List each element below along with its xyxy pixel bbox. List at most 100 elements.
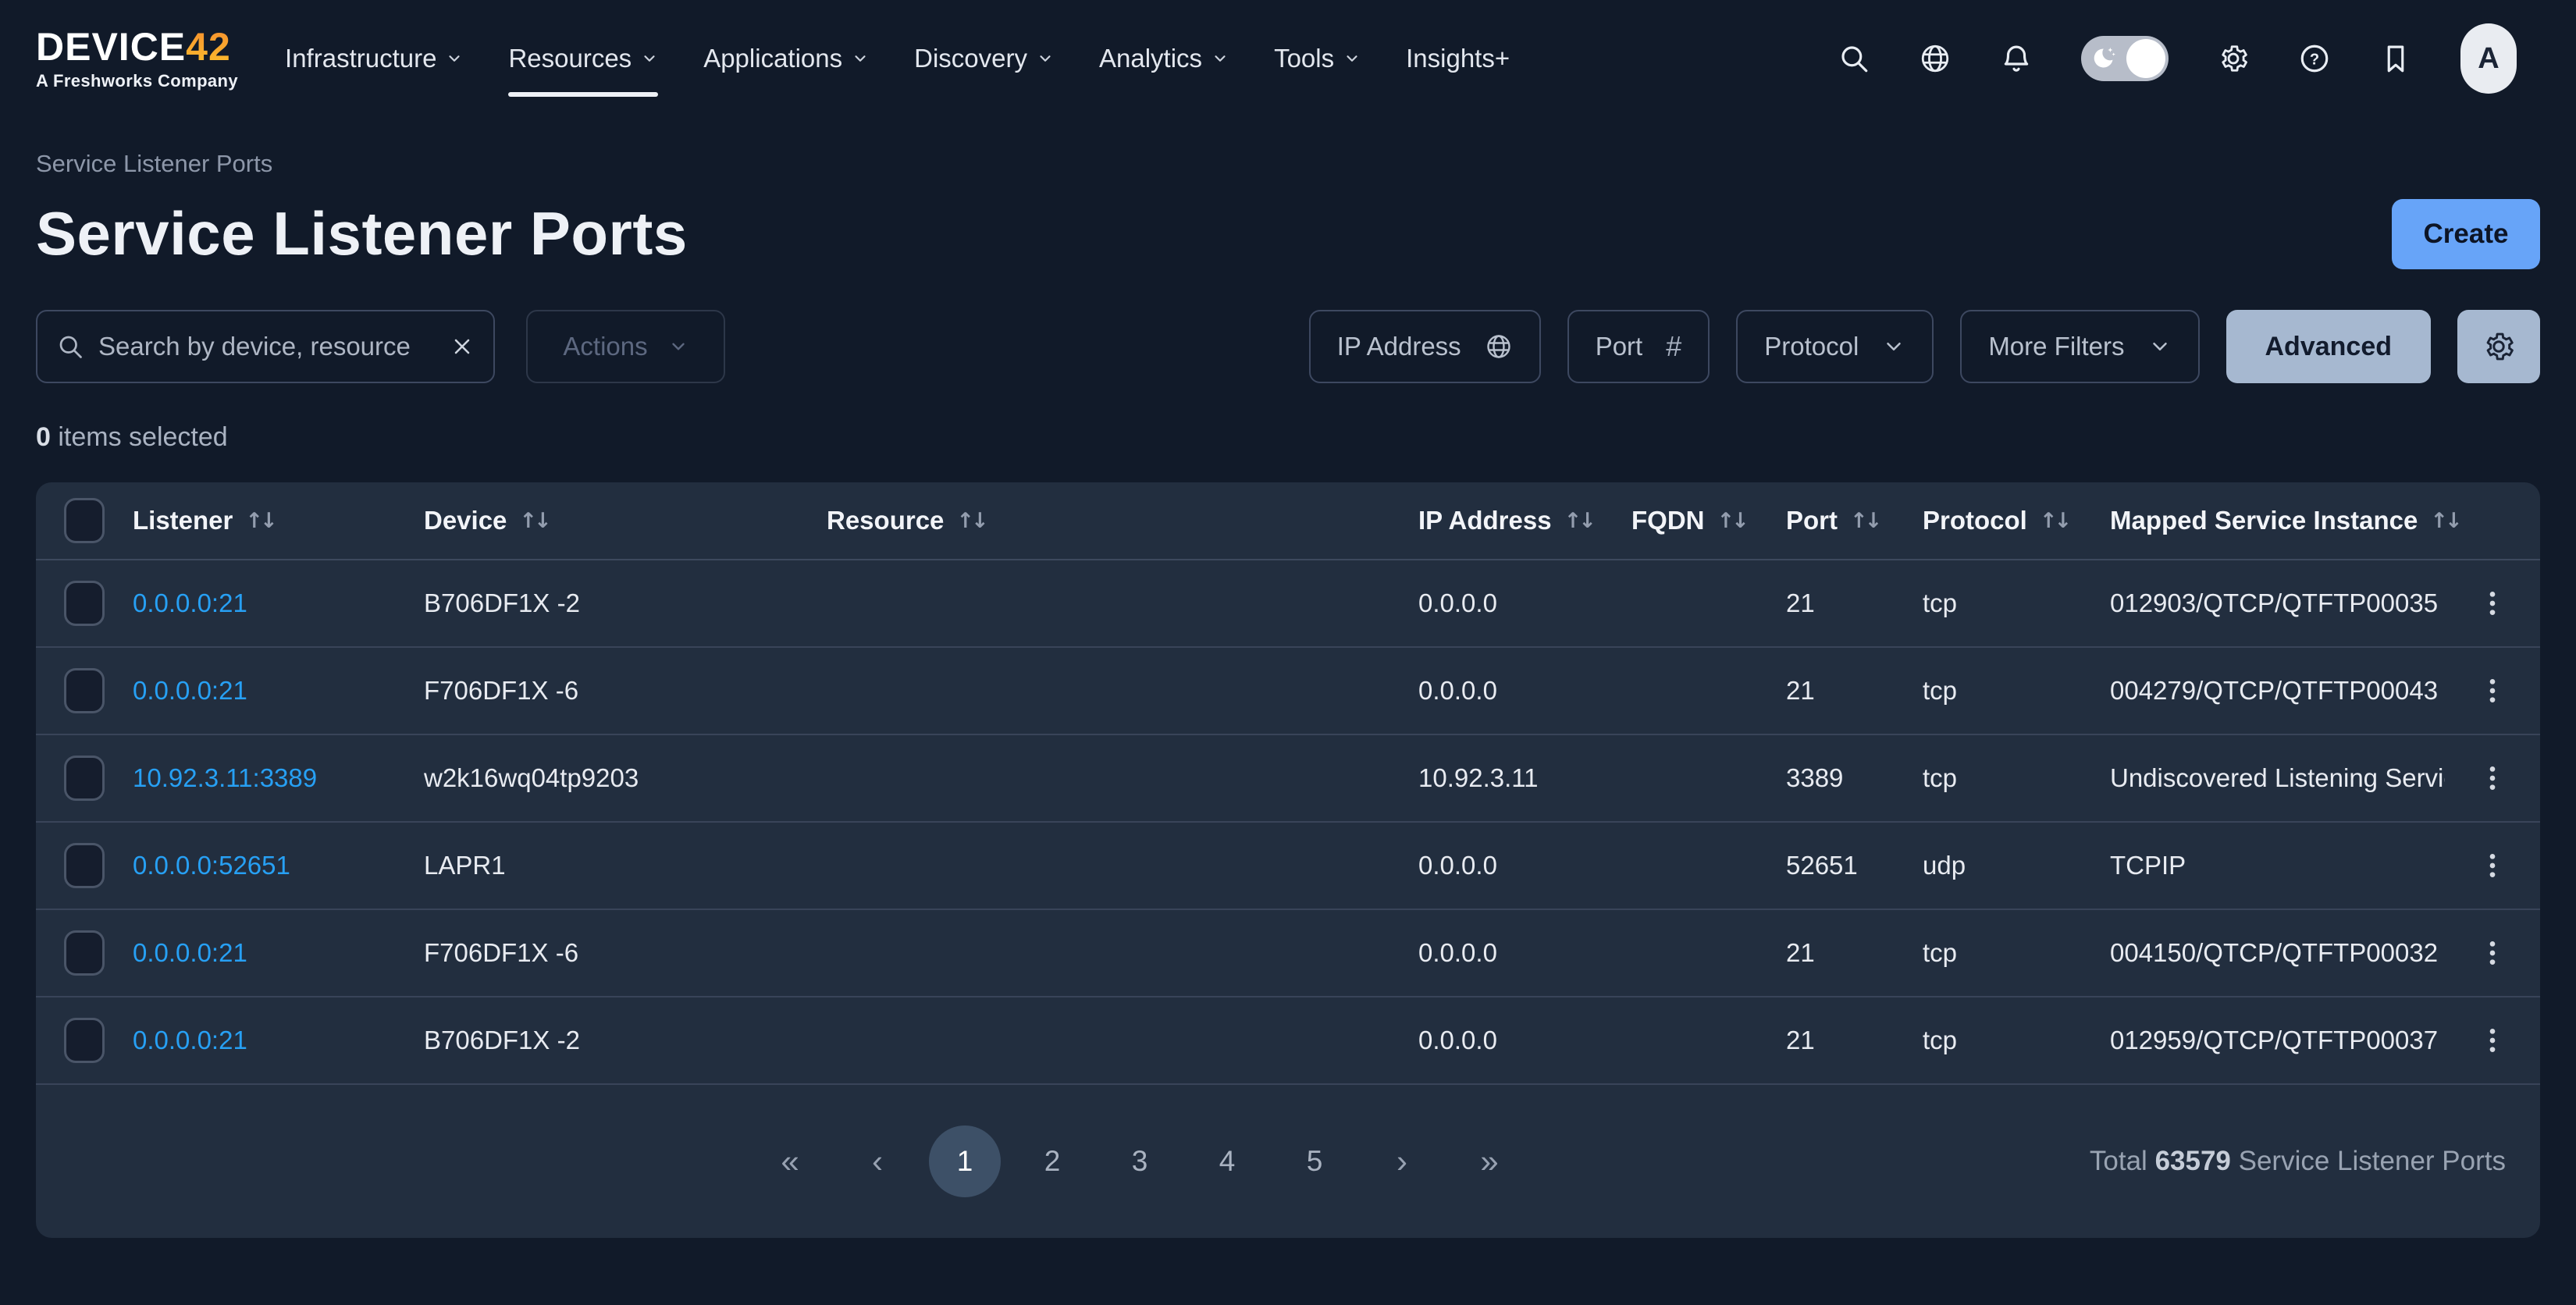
device42-logo[interactable]: DEVICE42 A Freshworks Company — [36, 27, 238, 90]
row-checkbox[interactable] — [64, 930, 105, 976]
column-header-port[interactable]: Port↑↓ — [1786, 506, 1923, 535]
nav-item-discovery[interactable]: Discovery — [914, 0, 1054, 117]
table-footer: « ‹ 1 2 3 4 5 › » Total 63579 Service Li… — [36, 1085, 2540, 1238]
notifications-bell-icon[interactable] — [2000, 42, 2033, 75]
ip-address-cell: 0.0.0.0 — [1418, 588, 1631, 618]
sort-icon[interactable]: ↑↓ — [1564, 509, 1593, 533]
clear-search-icon[interactable] — [450, 334, 475, 359]
sort-icon[interactable]: ↑↓ — [2430, 509, 2459, 533]
filter-port[interactable]: Port # — [1567, 310, 1710, 383]
port-cell: 21 — [1786, 676, 1923, 706]
filter-more-filters[interactable]: More Filters — [1960, 310, 2199, 383]
nav-item-tools[interactable]: Tools — [1274, 0, 1361, 117]
sort-icon[interactable]: ↑↓ — [956, 509, 985, 533]
column-header-resource[interactable]: Resource↑↓ — [827, 506, 1418, 535]
pagination-first-icon[interactable]: « — [754, 1125, 826, 1197]
pagination-prev-icon[interactable]: ‹ — [841, 1125, 913, 1197]
listener-link[interactable]: 0.0.0.0:21 — [133, 588, 424, 618]
filter-protocol[interactable]: Protocol — [1736, 310, 1934, 383]
gear-icon[interactable] — [2217, 42, 2250, 75]
search-icon — [56, 332, 84, 361]
listener-link[interactable]: 0.0.0.0:21 — [133, 938, 424, 968]
ip-address-cell: 10.92.3.11 — [1418, 763, 1631, 793]
row-actions-kebab-icon[interactable] — [2445, 588, 2540, 619]
help-icon[interactable]: ? — [2298, 42, 2331, 75]
nav-item-resources[interactable]: Resources — [508, 0, 658, 117]
chevron-down-icon — [2148, 335, 2172, 358]
chevron-down-icon — [641, 50, 658, 67]
pagination-next-icon[interactable]: › — [1366, 1125, 1438, 1197]
pagination-page-5[interactable]: 5 — [1279, 1125, 1350, 1197]
pagination-page-4[interactable]: 4 — [1191, 1125, 1263, 1197]
sort-icon[interactable]: ↑↓ — [245, 509, 274, 533]
selection-label: items selected — [58, 422, 227, 452]
row-checkbox[interactable] — [64, 581, 105, 626]
sort-icon[interactable]: ↑↓ — [1717, 509, 1746, 533]
listener-link[interactable]: 0.0.0.0:21 — [133, 1026, 424, 1055]
nav-label: Discovery — [914, 44, 1027, 73]
user-avatar[interactable]: A — [2460, 23, 2517, 94]
protocol-cell: tcp — [1923, 1026, 2110, 1055]
table-header-row: Listener↑↓ Device↑↓ Resource↑↓ IP Addres… — [36, 482, 2540, 560]
filter-label: IP Address — [1337, 332, 1461, 361]
row-checkbox[interactable] — [64, 756, 105, 801]
search-input[interactable] — [98, 332, 436, 361]
pagination-last-icon[interactable]: » — [1453, 1125, 1525, 1197]
main-nav: Infrastructure Resources Applications Di… — [285, 0, 1510, 117]
pagination-page-1[interactable]: 1 — [929, 1125, 1001, 1197]
globe-icon[interactable] — [1919, 42, 1952, 75]
logo-tagline: A Freshworks Company — [36, 73, 238, 90]
top-navigation-bar: DEVICE42 A Freshworks Company Infrastruc… — [0, 0, 2576, 117]
select-all-checkbox[interactable] — [64, 498, 105, 543]
nav-item-insights-plus[interactable]: Insights+ — [1406, 0, 1510, 117]
filter-ip-address[interactable]: IP Address — [1309, 310, 1541, 383]
search-icon[interactable] — [1838, 42, 1870, 75]
mapped-service-cell: 012959/QTCP/QTFTP00037 — [2110, 1026, 2445, 1055]
ip-address-cell: 0.0.0.0 — [1418, 1026, 1631, 1055]
mapped-service-cell: 004279/QTCP/QTFTP00043 — [2110, 676, 2445, 706]
listener-link[interactable]: 0.0.0.0:21 — [133, 676, 424, 706]
column-header-protocol[interactable]: Protocol↑↓ — [1923, 506, 2110, 535]
column-header-listener[interactable]: Listener↑↓ — [133, 506, 424, 535]
nav-item-analytics[interactable]: Analytics — [1099, 0, 1229, 117]
column-header-ip-address[interactable]: IP Address↑↓ — [1418, 506, 1631, 535]
sort-icon[interactable]: ↑↓ — [2040, 509, 2069, 533]
gear-icon — [2482, 329, 2516, 364]
toolbar: Actions IP Address Port # Protocol More … — [36, 310, 2540, 383]
row-checkbox[interactable] — [64, 843, 105, 888]
nav-label: Infrastructure — [285, 44, 436, 73]
dark-mode-toggle[interactable] — [2081, 36, 2169, 81]
search-box[interactable] — [36, 310, 495, 383]
nav-item-applications[interactable]: Applications — [703, 0, 869, 117]
row-actions-kebab-icon[interactable] — [2445, 1025, 2540, 1056]
column-header-device[interactable]: Device↑↓ — [424, 506, 827, 535]
bookmark-icon[interactable] — [2379, 42, 2412, 75]
row-checkbox[interactable] — [64, 668, 105, 713]
chevron-down-icon — [1343, 50, 1361, 67]
logo-wordmark: DEVICE42 — [36, 27, 238, 66]
service-listener-ports-table: Listener↑↓ Device↑↓ Resource↑↓ IP Addres… — [36, 482, 2540, 1238]
device-cell: LAPR1 — [424, 851, 827, 880]
sort-icon[interactable]: ↑↓ — [519, 509, 548, 533]
column-header-fqdn[interactable]: FQDN↑↓ — [1631, 506, 1786, 535]
listener-link[interactable]: 10.92.3.11:3389 — [133, 763, 424, 793]
sort-icon[interactable]: ↑↓ — [1850, 509, 1879, 533]
create-button[interactable]: Create — [2392, 199, 2540, 269]
row-actions-kebab-icon[interactable] — [2445, 675, 2540, 706]
nav-item-infrastructure[interactable]: Infrastructure — [285, 0, 463, 117]
row-actions-kebab-icon[interactable] — [2445, 850, 2540, 881]
pagination-page-2[interactable]: 2 — [1016, 1125, 1088, 1197]
pagination-page-3[interactable]: 3 — [1104, 1125, 1176, 1197]
advanced-button[interactable]: Advanced — [2226, 310, 2432, 383]
row-actions-kebab-icon[interactable] — [2445, 763, 2540, 794]
row-actions-kebab-icon[interactable] — [2445, 937, 2540, 969]
listener-link[interactable]: 0.0.0.0:52651 — [133, 851, 424, 880]
table-settings-button[interactable] — [2457, 310, 2540, 383]
column-header-mapped-service-instance[interactable]: Mapped Service Instance↑↓ — [2110, 506, 2460, 535]
nav-label: Resources — [508, 44, 632, 73]
page-title: Service Listener Ports — [36, 198, 688, 269]
actions-dropdown[interactable]: Actions — [526, 310, 725, 383]
breadcrumb[interactable]: Service Listener Ports — [36, 150, 2540, 178]
row-checkbox[interactable] — [64, 1018, 105, 1063]
logo-accent-42: 42 — [186, 25, 231, 69]
